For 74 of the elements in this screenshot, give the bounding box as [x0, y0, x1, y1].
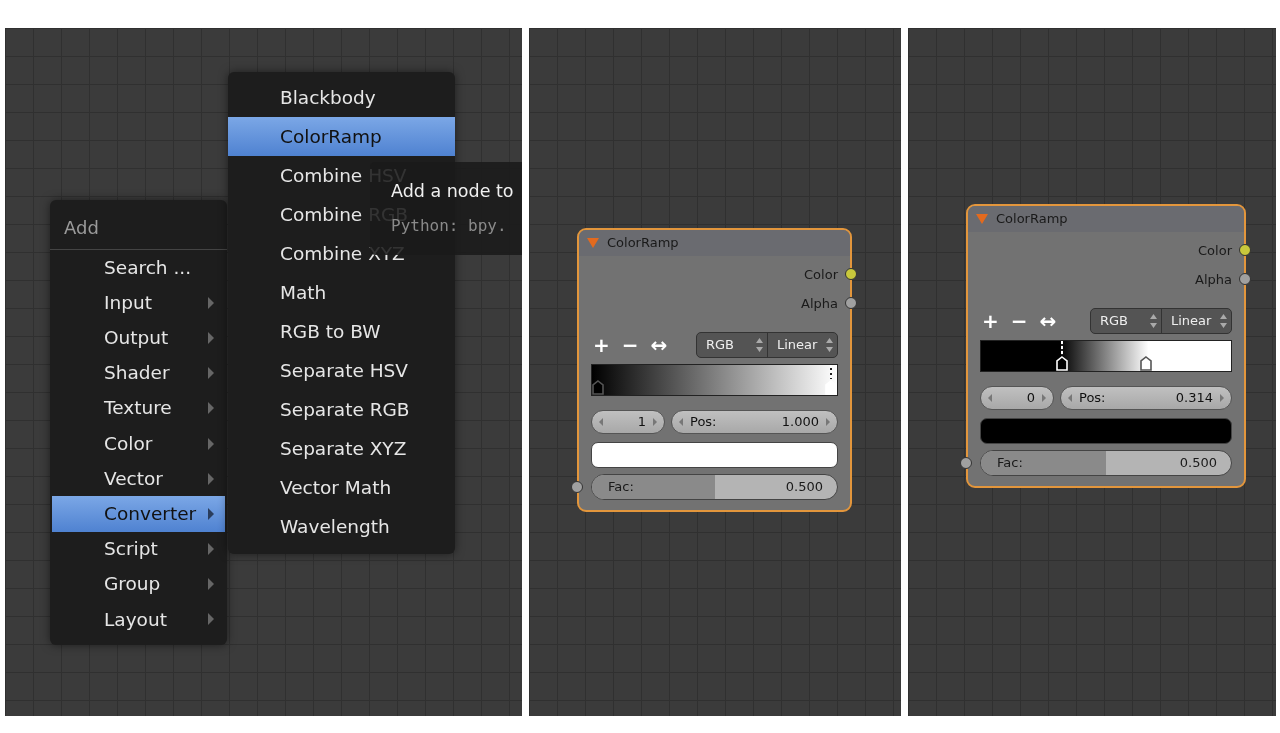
output-socket[interactable] [1239, 273, 1251, 285]
left-arrow-icon [598, 417, 604, 427]
node-title: ColorRamp [607, 234, 679, 253]
socket-label: Alpha [1195, 270, 1232, 289]
left-arrow-icon [1067, 393, 1073, 403]
flip-ramp-button[interactable]: ↔ [648, 335, 670, 355]
menu-item[interactable]: Separate RGB [228, 390, 455, 429]
updown-arrow-icon [1220, 314, 1227, 328]
menu-item[interactable]: Separate HSV [228, 351, 455, 390]
color-swatch[interactable] [591, 442, 838, 468]
menu-item[interactable]: Group [52, 566, 225, 602]
menu-item[interactable]: Color [52, 425, 225, 462]
position-field[interactable]: Pos: 0.314 [1060, 386, 1232, 410]
right-arrow-icon [652, 417, 658, 427]
input-socket[interactable] [571, 481, 583, 493]
ramp-stop-handle[interactable] [592, 380, 604, 395]
color-swatch[interactable] [980, 418, 1232, 444]
updown-arrow-icon [1150, 314, 1157, 328]
input-socket[interactable] [960, 457, 972, 469]
updown-arrow-icon [826, 338, 833, 352]
active-stop-line [1060, 341, 1063, 355]
color-ramp[interactable] [591, 364, 838, 396]
menu-item[interactable]: Script [52, 531, 225, 567]
socket-label: Color [1198, 241, 1232, 260]
add-stop-button[interactable]: + [980, 311, 1001, 331]
flip-ramp-button[interactable]: ↔ [1037, 311, 1059, 331]
ramp-stop-handle[interactable] [1140, 356, 1153, 371]
menu-item[interactable]: Vector [52, 461, 225, 497]
menu-item[interactable]: Converter [52, 496, 225, 532]
color-mode-dropdown[interactable]: RGB [697, 333, 767, 357]
menu-item[interactable]: RGB to BW [228, 312, 455, 351]
collapse-triangle-icon [976, 214, 988, 224]
color-mode-dropdown[interactable]: RGB [1091, 309, 1161, 333]
right-arrow-icon [825, 417, 831, 427]
remove-stop-button[interactable]: − [1008, 311, 1030, 331]
color-ramp[interactable] [980, 340, 1232, 372]
left-arrow-icon [678, 417, 684, 427]
tooltip-text: Add a node to [391, 181, 515, 203]
right-arrow-icon [1219, 393, 1225, 403]
menu-item[interactable]: Layout [52, 601, 225, 638]
socket-label: Color [804, 265, 838, 284]
menu-item[interactable]: Vector Math [228, 468, 455, 507]
menu-item[interactable]: Blackbody [228, 78, 455, 117]
collapse-triangle-icon [587, 238, 599, 248]
stop-index-field[interactable]: 0 [980, 386, 1054, 410]
slider-label: Fac: [997, 454, 1023, 473]
menu-item[interactable]: Separate XYZ [228, 429, 455, 468]
output-socket[interactable] [1239, 244, 1251, 256]
slider-label: Fac: [608, 478, 634, 497]
node-title: ColorRamp [996, 210, 1068, 229]
updown-arrow-icon [756, 338, 763, 352]
interpolation-dropdown[interactable]: Linear [1161, 309, 1231, 333]
add-stop-button[interactable]: + [591, 335, 612, 355]
menu-title: Add [50, 200, 227, 250]
menu-item[interactable]: Texture [52, 390, 225, 426]
slider-value: 0.500 [1179, 454, 1217, 473]
menu-item[interactable]: Search ... [52, 250, 225, 286]
slider-value: 0.500 [785, 478, 823, 497]
socket-label: Alpha [801, 294, 838, 313]
active-stop-line [830, 365, 832, 379]
menu-item[interactable]: Wavelength [228, 507, 455, 546]
remove-stop-button[interactable]: − [619, 335, 641, 355]
menu-item[interactable]: Input [52, 285, 225, 321]
menu-item[interactable]: ColorRamp [228, 117, 455, 156]
menu-item[interactable]: Math [228, 273, 455, 312]
position-field[interactable]: Pos: 1.000 [671, 410, 838, 434]
menu-item[interactable]: Output [52, 320, 225, 356]
output-socket[interactable] [845, 268, 857, 280]
menu-item[interactable]: Shader [52, 355, 225, 391]
interpolation-dropdown[interactable]: Linear [767, 333, 837, 357]
right-arrow-icon [1041, 393, 1047, 403]
left-arrow-icon [987, 393, 993, 403]
output-socket[interactable] [845, 297, 857, 309]
stop-index-field[interactable]: 1 [591, 410, 665, 434]
